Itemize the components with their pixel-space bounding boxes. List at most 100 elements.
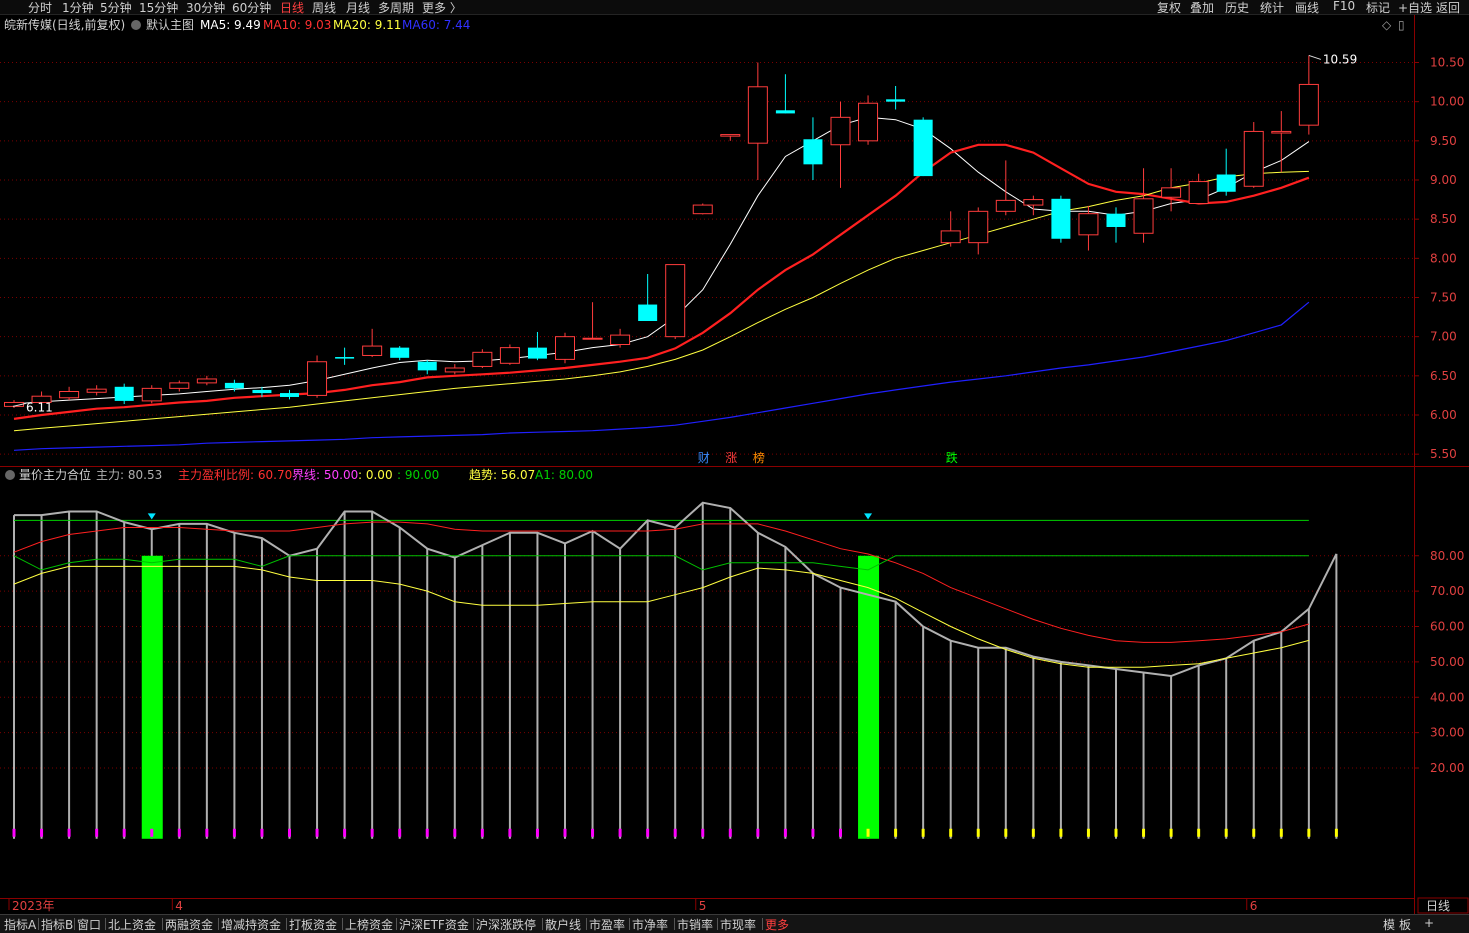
bottom-separator xyxy=(162,918,163,930)
period-toolbar: 分时 1分钟 5分钟 15分钟 30分钟 60分钟 日线 周线 月线 多周期 更多 〉 复权 叠加 历史统… xyxy=(0,0,1469,15)
bottom-separator xyxy=(218,918,219,930)
tool-button-3[interactable]: 统计 xyxy=(1260,0,1284,16)
candle-body xyxy=(472,351,493,367)
indicator-line-3 xyxy=(13,555,1309,571)
bottom-tab-1[interactable]: 指标B xyxy=(41,916,73,933)
date-axis-label: 5 xyxy=(699,899,707,913)
bottom-separator xyxy=(342,918,343,930)
indicator-name: 量价主力合位 xyxy=(19,467,91,482)
bottom-tab-4[interactable]: 两融资金 xyxy=(165,916,213,933)
bottom-separator xyxy=(629,918,630,930)
period-label: 日线 xyxy=(1426,899,1450,913)
candle-body xyxy=(582,337,603,340)
indicator-line-2 xyxy=(13,565,1310,668)
period-tab-10[interactable]: 更多 〉 xyxy=(422,0,462,16)
bottom-tab-5[interactable]: 增减持资金 xyxy=(221,916,281,933)
min-price-label: 6.11 xyxy=(26,400,53,414)
price-axis-label: 9.50 xyxy=(1430,134,1457,148)
bottom-tab-7[interactable]: 上榜资金 xyxy=(345,916,393,933)
candle-body xyxy=(196,378,217,384)
indicator-axis-label: 60.00 xyxy=(1430,620,1464,634)
bottom-separator xyxy=(542,918,543,930)
tool-button-5[interactable]: F10 xyxy=(1333,0,1355,13)
candle-body xyxy=(665,264,686,338)
indicator-axis-label: 40.00 xyxy=(1430,690,1464,704)
tool-button-6[interactable]: 标记 xyxy=(1366,0,1390,16)
tool-button-4[interactable]: 画线 xyxy=(1295,0,1319,16)
template-dropdown-icon[interactable] xyxy=(131,20,141,30)
event-tag: 财 xyxy=(698,451,710,465)
bottom-tab-12[interactable]: 市净率 xyxy=(632,916,668,933)
candle-body xyxy=(610,334,631,346)
bottom-tab-14[interactable]: 市现率 xyxy=(720,916,756,933)
candle-body xyxy=(335,357,355,359)
window-icon: ▯ xyxy=(1398,18,1405,32)
indicator-axis-label: 80.00 xyxy=(1430,549,1464,563)
bottom-indicator-bar: 指标A 指标B 窗口 北上资金 两融资金 增减持资金 打板资金 上榜资金 沪深ETF资金 沪深涨跌… xyxy=(0,914,1469,933)
bottom-separator xyxy=(586,918,587,930)
candle-body xyxy=(1188,181,1209,204)
jiexian-value: 界线: 50.00 xyxy=(292,468,358,482)
signal-green-bar xyxy=(141,555,163,839)
event-tag: 涨 xyxy=(725,450,737,465)
period-tab-7[interactable]: 周线 xyxy=(312,0,336,16)
zero-value: : 0.00 xyxy=(358,468,393,482)
candle-body xyxy=(280,393,299,397)
period-tab-3[interactable]: 15分钟 xyxy=(139,0,178,16)
candle-body xyxy=(747,86,768,144)
period-tab-2[interactable]: 5分钟 xyxy=(100,0,132,16)
bottom-right-button-1[interactable]: 板 xyxy=(1399,916,1411,933)
bottom-tab-10[interactable]: 散户线 xyxy=(545,916,581,933)
bottom-tab-11[interactable]: 市盈率 xyxy=(589,916,625,933)
bottom-tab-9[interactable]: 沪深涨跌停 xyxy=(476,916,536,933)
period-tab-9[interactable]: 多周期 xyxy=(378,0,414,16)
candle-body xyxy=(968,210,989,244)
tool-button-8[interactable]: 返回 xyxy=(1436,0,1460,16)
bottom-tab-8[interactable]: 沪深ETF资金 xyxy=(399,916,469,933)
indicator-axis-label: 50.00 xyxy=(1430,655,1464,669)
event-tag: 榜 xyxy=(753,450,765,465)
period-tab-0[interactable]: 分时 xyxy=(28,0,52,16)
settings-diamond-icon: ◇ xyxy=(1382,18,1392,32)
period-tab-6[interactable]: 日线 xyxy=(280,0,304,16)
ma5-value: MA5: 9.49 xyxy=(200,18,261,32)
period-tab-4[interactable]: 30分钟 xyxy=(186,0,225,16)
period-tab-8[interactable]: 月线 xyxy=(346,0,370,16)
bottom-tab-15[interactable]: 更多 xyxy=(765,916,789,933)
tool-button-2[interactable]: 历史 xyxy=(1225,0,1249,16)
candle-body xyxy=(1051,198,1071,239)
period-tab-1[interactable]: 1分钟 xyxy=(62,0,94,16)
price-axis-label: 6.00 xyxy=(1430,408,1457,422)
candle-body xyxy=(252,389,272,394)
candle-body xyxy=(775,110,795,114)
bottom-tab-6[interactable]: 打板资金 xyxy=(289,916,337,933)
candle-body xyxy=(1106,213,1126,227)
bottom-right-button-0[interactable]: 模 xyxy=(1383,916,1395,933)
period-tab-5[interactable]: 60分钟 xyxy=(232,0,271,16)
candle-body xyxy=(307,361,328,396)
candle-body xyxy=(527,347,547,359)
signal-triangle-marker xyxy=(147,513,156,520)
price-axis-label: 7.50 xyxy=(1430,291,1457,305)
candle-body xyxy=(830,116,851,146)
tool-button-7[interactable]: +自选 xyxy=(1398,0,1432,16)
indicator-dropdown-icon[interactable] xyxy=(5,470,15,480)
trend-value: 趋势: 56.07 xyxy=(469,468,535,482)
price-axis-label: 9.00 xyxy=(1430,173,1457,187)
tool-button-0[interactable]: 复权 xyxy=(1157,0,1181,16)
candle-body xyxy=(114,386,134,401)
tool-button-1[interactable]: 叠加 xyxy=(1190,0,1214,16)
bottom-tab-2[interactable]: 窗口 xyxy=(77,916,101,933)
candle-body xyxy=(1271,130,1292,134)
signal-triangle-marker xyxy=(864,513,873,520)
bottom-tab-0[interactable]: 指标A xyxy=(4,916,36,933)
price-axis-label: 10.50 xyxy=(1430,56,1464,70)
bottom-tab-3[interactable]: 北上资金 xyxy=(108,916,156,933)
candle-body xyxy=(59,391,80,399)
bottom-separator xyxy=(38,918,39,930)
a1-value: A1: 80.00 xyxy=(535,468,593,482)
template-name: 默认主图 xyxy=(146,17,194,32)
date-axis-label: 4 xyxy=(175,899,183,913)
bottom-right-button-2[interactable]: + xyxy=(1424,916,1434,930)
bottom-tab-13[interactable]: 市销率 xyxy=(677,916,713,933)
